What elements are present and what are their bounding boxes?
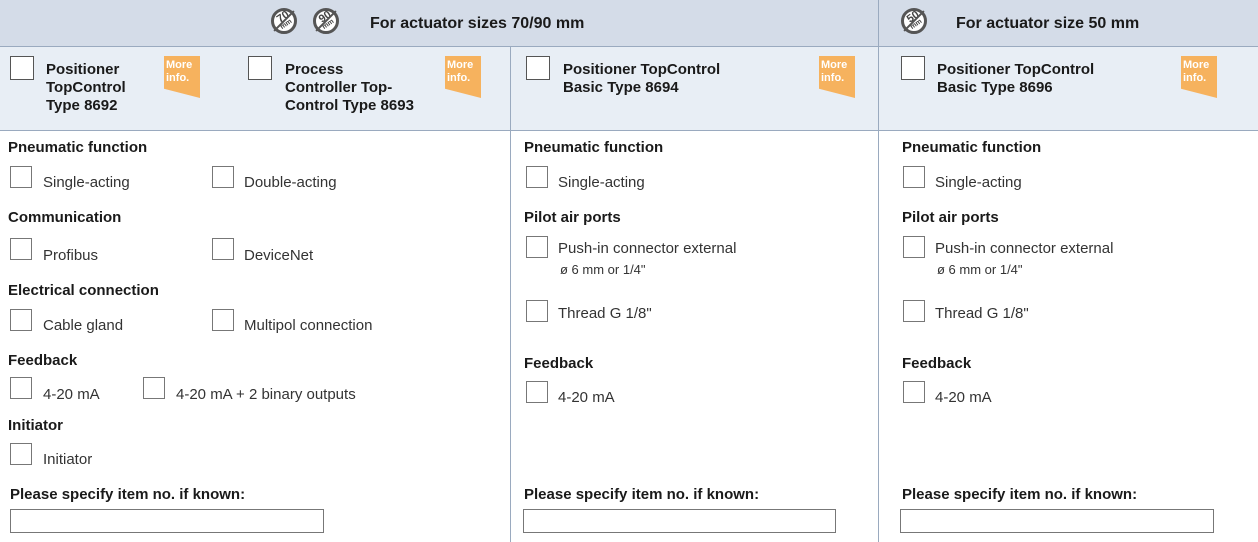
col2-push-in-size: ø 6 mm or 1/4" — [560, 262, 646, 277]
col1-double-acting-checkbox[interactable] — [212, 166, 234, 188]
70-mm-icon: 70 mm — [271, 8, 297, 34]
col3-push-in-label: Push-in connector external — [935, 240, 1114, 257]
col1-item-label: Please specify item no. if known: — [10, 486, 246, 503]
50-mm-icon: 50 mm — [901, 8, 927, 34]
col2-pneumatic-title: Pneumatic function — [524, 139, 664, 156]
col1-devicenet-label: DeviceNet — [244, 247, 314, 264]
header-title-50: For actuator size 50 mm — [956, 15, 1140, 32]
col2-single-acting-label: Single-acting — [558, 174, 645, 191]
product-8693-checkbox[interactable] — [248, 56, 272, 80]
col1-item-input[interactable] — [10, 509, 324, 533]
col1-multipol-checkbox[interactable] — [212, 309, 234, 331]
col1-profibus-checkbox[interactable] — [10, 238, 32, 260]
col3-single-acting-checkbox[interactable] — [903, 166, 925, 188]
col1-initiator-checkbox[interactable] — [10, 443, 32, 465]
col1-devicenet-checkbox[interactable] — [212, 238, 234, 260]
col2-feedback-title: Feedback — [524, 355, 594, 372]
col3-thread-checkbox[interactable] — [903, 300, 925, 322]
col3-feedback-title: Feedback — [902, 355, 972, 372]
col2-fb-420-label: 4-20 mA — [558, 389, 615, 406]
col1-pneumatic-title: Pneumatic function — [8, 139, 148, 156]
col1-fb-420-binary-checkbox[interactable] — [143, 377, 165, 399]
product-8694-title: Positioner TopControl Basic Type 8694 — [563, 61, 721, 96]
col1-cable-gland-label: Cable gland — [43, 317, 124, 334]
col3-push-in-checkbox[interactable] — [903, 236, 925, 258]
col3-single-acting-label: Single-acting — [935, 174, 1022, 191]
product-8696-title: Positioner TopControl Basic Type 8696 — [937, 61, 1095, 96]
col1-single-acting-checkbox[interactable] — [10, 166, 32, 188]
col3-pilot-title: Pilot air ports — [902, 209, 999, 226]
product-8694-checkbox[interactable] — [526, 56, 550, 80]
col1-feedback-title: Feedback — [8, 352, 78, 369]
col3-fb-420-label: 4-20 mA — [935, 389, 992, 406]
col1-initiator-label: Initiator — [43, 451, 93, 468]
col1-multipol-label: Multipol connection — [244, 317, 373, 334]
col1-profibus-label: Profibus — [43, 247, 99, 264]
col3-push-in-size: ø 6 mm or 1/4" — [937, 262, 1023, 277]
col2-push-in-label: Push-in connector external — [558, 240, 737, 257]
col2-item-input[interactable] — [523, 509, 836, 533]
col1-electrical-title: Electrical connection — [8, 282, 159, 299]
col2-thread-label: Thread G 1/8" — [558, 305, 652, 322]
col1-cable-gland-checkbox[interactable] — [10, 309, 32, 331]
col2-thread-checkbox[interactable] — [526, 300, 548, 322]
col2-item-label: Please specify item no. if known: — [524, 486, 760, 503]
column-divider — [878, 0, 879, 542]
col2-push-in-checkbox[interactable] — [526, 236, 548, 258]
col1-fb-420-label: 4-20 mA — [43, 386, 100, 403]
90-mm-icon: 90 mm — [313, 8, 339, 34]
product-8692-title: Positioner TopControl Type 8692 — [46, 61, 126, 114]
col1-initiator-title: Initiator — [8, 417, 63, 434]
col1-fb-420-checkbox[interactable] — [10, 377, 32, 399]
product-8693-title: Process Controller Top- Control Type 8693 — [285, 61, 414, 114]
col2-pilot-title: Pilot air ports — [524, 209, 621, 226]
product-8692-checkbox[interactable] — [10, 56, 34, 80]
col2-single-acting-checkbox[interactable] — [526, 166, 548, 188]
col1-single-acting-label: Single-acting — [43, 174, 130, 191]
col1-fb-420-binary-label: 4-20 mA + 2 binary outputs — [176, 386, 356, 403]
header-50: 50 mm For actuator size 50 mm — [878, 0, 1258, 47]
col1-double-acting-label: Double-acting — [244, 174, 337, 191]
column-divider — [510, 47, 511, 542]
col3-thread-label: Thread G 1/8" — [935, 305, 1029, 322]
col3-item-input[interactable] — [900, 509, 1214, 533]
header-70-90: 70 mm 90 mm For actuator sizes 70/90 mm — [0, 0, 878, 47]
col2-fb-420-checkbox[interactable] — [526, 381, 548, 403]
col3-pneumatic-title: Pneumatic function — [902, 139, 1042, 156]
col3-fb-420-checkbox[interactable] — [903, 381, 925, 403]
header-title-70-90: For actuator sizes 70/90 mm — [370, 15, 585, 32]
col1-communication-title: Communication — [8, 209, 122, 226]
product-8696-checkbox[interactable] — [901, 56, 925, 80]
col3-item-label: Please specify item no. if known: — [902, 486, 1138, 503]
